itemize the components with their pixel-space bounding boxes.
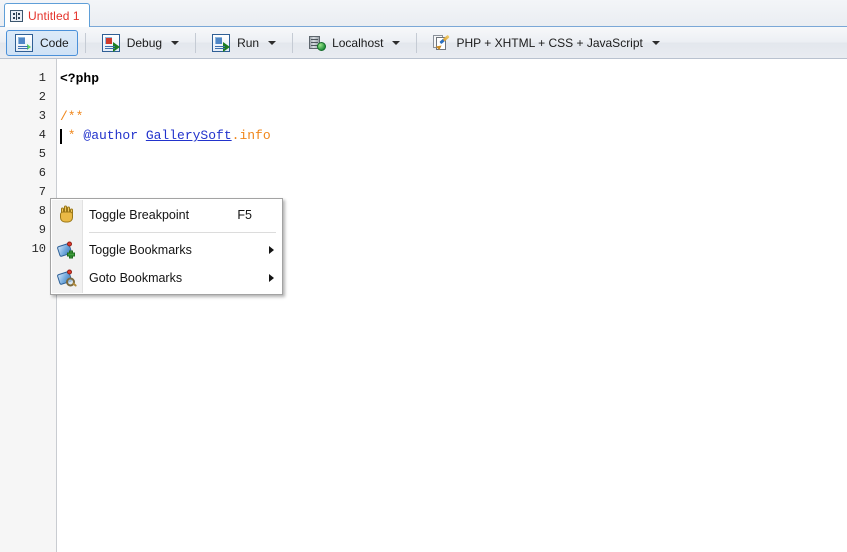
toolbar-separator-2 [195, 32, 197, 53]
code-token: <?php [60, 71, 100, 86]
line-number: 1 [38, 71, 46, 85]
tab-strip: Untitled 1 [0, 0, 847, 27]
line-number: 6 [38, 166, 46, 180]
line-number-gutter[interactable]: 1 2 3 4 5 6 7 8 9 10 [0, 59, 57, 552]
line-number: 2 [38, 90, 46, 104]
code-button-label: Code [40, 35, 69, 50]
bookmark-add-icon [56, 241, 76, 260]
localhost-button[interactable]: Localhost [300, 30, 409, 56]
run-button[interactable]: Run [203, 30, 285, 56]
text-caret [60, 129, 62, 144]
toolbar-separator-4 [416, 32, 418, 53]
menu-item-toggle-bookmarks[interactable]: Toggle Bookmarks [51, 236, 282, 264]
editor-pane: 1 2 3 4 5 6 7 8 9 10 <?php /** * @author GallerySo… [0, 59, 847, 552]
code-text-area[interactable]: <?php/** * @author GallerySoft.info?> [58, 59, 847, 552]
code-page-icon [15, 33, 33, 52]
debug-page-icon [101, 33, 120, 52]
menu-item-toggle-breakpoint[interactable]: Toggle Breakpoint F5 [51, 201, 282, 229]
code-token: GallerySoft [145, 128, 232, 143]
tab-untitled-1[interactable]: Untitled 1 [4, 3, 90, 27]
line-number: 5 [38, 147, 46, 161]
chevron-down-icon[interactable] [651, 40, 660, 45]
server-globe-icon [309, 35, 327, 51]
code-line[interactable]: * @author GallerySoft.info [60, 126, 271, 145]
context-menu: Toggle Breakpoint F5 Toggle Bookmarks Go… [50, 198, 283, 295]
line-number: 8 [38, 204, 46, 218]
menu-item-label: Goto Bookmarks [89, 271, 183, 285]
run-button-label: Run [237, 35, 260, 50]
document-pen-icon [433, 34, 451, 51]
submenu-arrow-icon [269, 274, 274, 282]
line-number: 3 [38, 109, 46, 123]
submenu-arrow-icon [269, 246, 274, 254]
code-button[interactable]: Code [6, 29, 78, 56]
code-window-icon [10, 9, 23, 22]
code-line[interactable]: <?php [60, 69, 99, 88]
line-number: 4 [38, 128, 46, 142]
main-toolbar: Code Debug Run Localhost PHP + XHTML + C… [0, 27, 847, 59]
menu-item-goto-bookmarks[interactable]: Goto Bookmarks [51, 264, 282, 292]
debug-button-label: Debug [126, 35, 163, 50]
menu-item-label: Toggle Breakpoint [89, 208, 190, 222]
localhost-button-label: Localhost [332, 35, 384, 50]
chevron-down-icon[interactable] [171, 40, 180, 45]
toolbar-separator-3 [292, 32, 294, 53]
hand-icon [57, 205, 76, 225]
language-profile-label: PHP + XHTML + CSS + JavaScript [456, 35, 643, 50]
language-profile-button[interactable]: PHP + XHTML + CSS + JavaScript [424, 30, 668, 56]
editor-window: Untitled 1 Code Debug Run Localhost PHP … [0, 0, 847, 552]
menu-separator [89, 232, 276, 233]
line-number: 7 [38, 185, 46, 199]
debug-button[interactable]: Debug [93, 30, 188, 56]
code-line[interactable]: /** [60, 107, 83, 126]
code-token: /** [60, 109, 84, 124]
menu-item-label: Toggle Bookmarks [89, 243, 192, 257]
chevron-down-icon[interactable] [268, 40, 277, 45]
toolbar-separator-1 [84, 32, 86, 53]
line-number: 9 [38, 223, 46, 237]
code-token: .info [231, 128, 271, 143]
code-token: @author [83, 128, 139, 143]
run-page-icon [212, 33, 231, 52]
chevron-down-icon[interactable] [392, 40, 401, 45]
line-number: 10 [31, 242, 46, 256]
code-token: * [60, 128, 84, 143]
bookmark-search-icon [56, 269, 78, 288]
tab-label: Untitled 1 [28, 8, 80, 23]
menu-item-shortcut: F5 [237, 208, 252, 222]
